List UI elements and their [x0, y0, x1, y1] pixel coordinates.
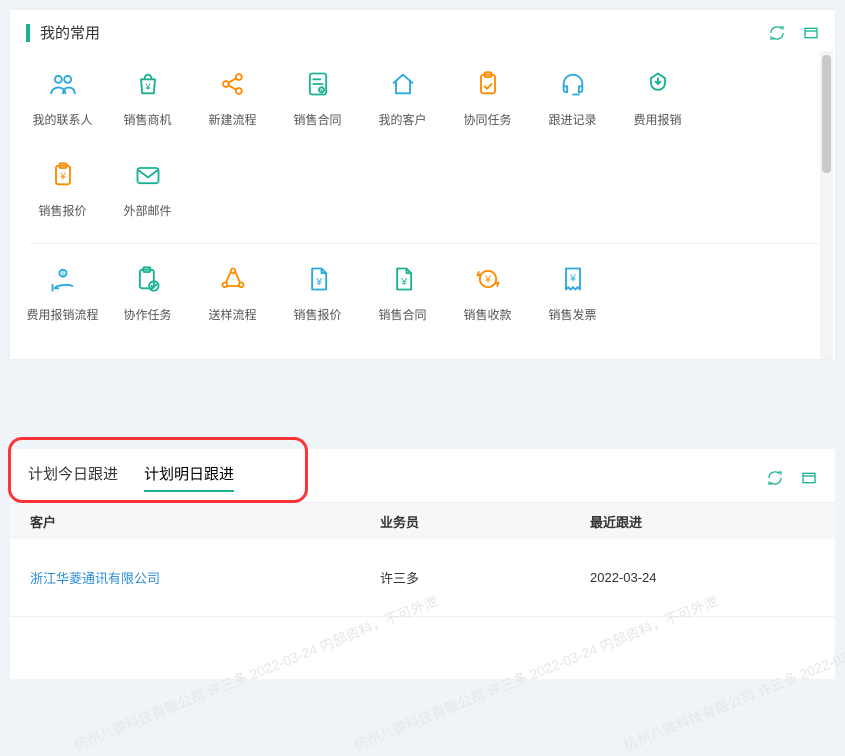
clipboard-check-icon [131, 264, 165, 294]
followup-table: 客户 业务员 最近跟进 浙江华菱通讯有限公司许三多2022-03-24 杭州八骏… [10, 503, 835, 679]
favorite-coop[interactable]: 协同任务 [445, 69, 530, 128]
table-header-row: 客户 业务员 最近跟进 [10, 503, 835, 539]
refresh-icon[interactable] [767, 470, 783, 486]
favorite-label: 销售商机 [123, 111, 171, 128]
favorite-customer[interactable]: 我的客户 [360, 69, 445, 128]
favorite-reimb[interactable]: 费用报销 [615, 69, 700, 128]
svg-text:¥: ¥ [315, 276, 322, 288]
bag-icon: ¥ [131, 69, 165, 99]
favorite-opportunity[interactable]: ¥ 销售商机 [105, 69, 190, 128]
favorite-followup[interactable]: 跟进记录 [530, 69, 615, 128]
favorite-label: 费用报销流程 [26, 306, 98, 323]
favorite-reimbflow[interactable]: $ 费用报销流程 [20, 264, 105, 323]
favorite-label: 销售报价 [38, 202, 86, 219]
download-badge-icon [641, 69, 675, 99]
table-row: 浙江华菱通讯有限公司许三多2022-03-24 [10, 539, 835, 617]
favorite-contract2[interactable]: ¥ 销售合同 [360, 264, 445, 323]
title-accent-bar [26, 24, 30, 42]
favorite-sampleflow[interactable]: 送样流程 [190, 264, 275, 323]
favorites-panel: 我的常用 我的联系人¥销售商机新建流程¥销售合同我的客户协同任务跟进记录费用报销… [10, 10, 835, 359]
favorite-label: 送样流程 [208, 306, 256, 323]
cycle-icon [216, 264, 250, 294]
favorite-cooptask[interactable]: 协作任务 [105, 264, 190, 323]
favorite-label: 跟进记录 [548, 111, 596, 128]
svg-text:¥: ¥ [59, 171, 66, 183]
favorite-newflow[interactable]: 新建流程 [190, 69, 275, 128]
people-icon [46, 69, 80, 99]
divider [30, 243, 835, 244]
favorites-body: 我的联系人 ¥ 销售商机 新建流程 ¥ 销售合同 我的客户 协同任务 跟进记录 费用报销 ¥ 销售报… [10, 51, 835, 359]
followup-header-actions [767, 470, 817, 486]
favorite-label: 我的客户 [378, 111, 426, 128]
favorite-quote2[interactable]: ¥ 销售报价 [275, 264, 360, 323]
contract-icon: ¥ [301, 69, 335, 99]
favorite-label: 协作任务 [123, 306, 171, 323]
favorite-label: 新建流程 [208, 111, 256, 128]
svg-text:¥: ¥ [569, 272, 576, 284]
mail-icon [131, 160, 165, 190]
favorite-receipt[interactable]: ¥ 销售收款 [445, 264, 530, 323]
favorites-header: 我的常用 [10, 10, 835, 51]
clipboard-yen-icon: ¥ [46, 160, 80, 190]
cell-sales: 许三多 [360, 568, 570, 587]
favorite-label: 外部邮件 [123, 202, 171, 219]
favorite-invoice[interactable]: ¥ 销售发票 [530, 264, 615, 323]
favorite-label: 我的联系人 [32, 111, 92, 128]
expand-icon[interactable] [801, 470, 817, 486]
favorite-contacts[interactable]: 我的联系人 [20, 69, 105, 128]
yen-arrows-icon: ¥ [471, 264, 505, 294]
favorite-label: 销售报价 [293, 306, 341, 323]
favorite-extmail[interactable]: 外部邮件 [105, 160, 190, 219]
favorite-label: 销售合同 [293, 111, 341, 128]
file-yen-icon: ¥ [386, 264, 420, 294]
tab-today[interactable]: 计划今日跟进 [28, 463, 118, 492]
receipt-yen-icon: ¥ [556, 264, 590, 294]
th-last: 最近跟进 [570, 512, 835, 531]
expand-icon[interactable] [803, 25, 819, 41]
th-sales: 业务员 [360, 512, 570, 531]
svg-text:¥: ¥ [484, 274, 491, 286]
file-yen-icon: ¥ [301, 264, 335, 294]
panel-title: 我的常用 [40, 22, 100, 43]
tabs-row: 计划今日跟进计划明日跟进 [10, 449, 835, 503]
cell-last: 2022-03-24 [570, 570, 835, 585]
favorite-label: 协同任务 [463, 111, 511, 128]
favorite-quote[interactable]: ¥ 销售报价 [20, 160, 105, 219]
favorite-label: 销售合同 [378, 306, 426, 323]
house-icon [386, 69, 420, 99]
favorite-label: 销售发票 [548, 306, 596, 323]
hand-coin-icon: $ [46, 264, 80, 294]
th-customer: 客户 [10, 512, 360, 531]
favorite-label: 销售收款 [463, 306, 511, 323]
scrollbar-thumb[interactable] [822, 55, 831, 173]
svg-text:¥: ¥ [144, 82, 151, 92]
refresh-icon[interactable] [769, 25, 785, 41]
clipboard-icon [471, 69, 505, 99]
tab-tomorrow[interactable]: 计划明日跟进 [144, 463, 234, 492]
svg-text:¥: ¥ [400, 276, 407, 288]
cell-customer[interactable]: 浙江华菱通讯有限公司 [10, 568, 360, 587]
headset-icon [556, 69, 590, 99]
favorites-header-actions [769, 25, 819, 41]
share-icon [216, 69, 250, 99]
favorite-label: 费用报销 [633, 111, 681, 128]
favorite-contract[interactable]: ¥ 销售合同 [275, 69, 360, 128]
